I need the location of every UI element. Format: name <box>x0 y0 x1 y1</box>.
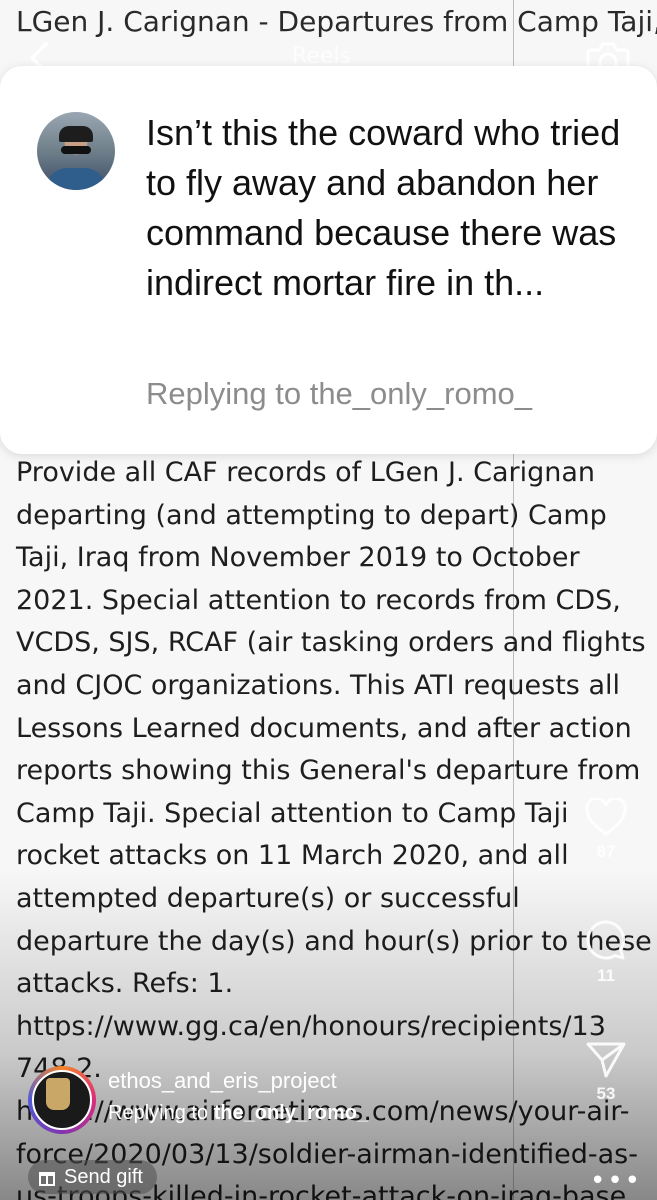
user-avatar[interactable] <box>28 1066 96 1134</box>
project-logo <box>46 1078 70 1110</box>
commenter-avatar[interactable] <box>37 112 115 190</box>
more-icon[interactable]: ••• <box>590 1166 642 1196</box>
share-count: 53 <box>596 1084 616 1103</box>
document-line: Provide all CAF records of LGen J. Carig… <box>16 457 596 488</box>
document-line: reports showing this General's departure… <box>16 755 641 787</box>
document-line: Taji, Iraq from November 2019 to October <box>16 542 580 574</box>
document-line: Lessons Learned documents, and after act… <box>16 712 632 744</box>
send-gift-button[interactable]: Send gift <box>28 1160 157 1194</box>
comment-button[interactable]: 11 <box>578 918 634 986</box>
like-button[interactable]: 87 <box>578 796 634 862</box>
heart-icon <box>585 796 627 836</box>
document-line: departing (and attempting to depart) Cam… <box>16 499 607 531</box>
document-line: departure the day(s) and hour(s) prior t… <box>16 925 652 957</box>
comment-text: Isn’t this the coward who tried to fly a… <box>146 112 621 303</box>
document-title: LGen J. Carignan - Departures from Camp … <box>16 5 657 38</box>
document-line: attempted departure(s) or successful <box>16 882 520 914</box>
document-line: 2021. Special attention to records from … <box>16 584 621 616</box>
comment-icon <box>586 920 626 960</box>
document-line: https://www.gg.ca/en/honours/recipients/… <box>16 1010 606 1042</box>
document-line: rocket attacks on 11 March 2020, and all <box>16 840 569 872</box>
replying-to-caption: Replying to the_only_romo_ <box>108 1102 369 1124</box>
reply-comment-card: Isn’t this the coward who tried to fly a… <box>0 66 657 454</box>
send-gift-label: Send gift <box>64 1165 143 1188</box>
like-count: 87 <box>596 842 616 861</box>
username[interactable]: ethos_and_eris_project <box>108 1068 337 1094</box>
replying-to-label: Replying to the_only_romo_ <box>146 376 533 411</box>
share-button[interactable]: 53 <box>578 1040 634 1104</box>
document-line: and CJOC organizations. This ATI request… <box>16 669 620 701</box>
document-line: attacks. Refs: 1. <box>16 968 234 1000</box>
document-line: Camp Taji. Special attention to Camp Taj… <box>16 797 569 829</box>
document-line: VCDS, SJS, RCAF (air tasking orders and … <box>16 627 646 659</box>
share-icon <box>586 1042 626 1078</box>
gift-icon <box>39 1172 55 1186</box>
comment-count: 11 <box>597 966 615 985</box>
